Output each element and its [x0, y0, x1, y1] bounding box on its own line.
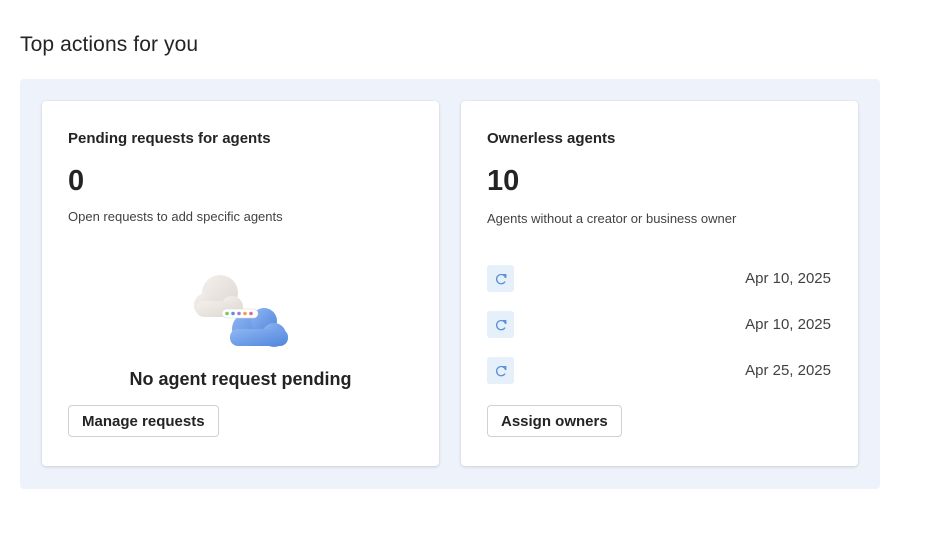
card-title: Ownerless agents [487, 130, 616, 147]
agent-icon [487, 357, 514, 384]
section-title: Top actions for you [20, 33, 199, 56]
item-date: Apr 10, 2025 [745, 316, 831, 333]
empty-state-message: No agent request pending [129, 369, 352, 389]
cloud-illustration-icon [194, 275, 288, 347]
item-date: Apr 25, 2025 [745, 362, 831, 379]
agent-icon [487, 311, 514, 338]
card-description: Agents without a creator or business own… [487, 211, 737, 226]
manage-requests-button[interactable]: Manage requests [68, 405, 219, 437]
assign-owners-button[interactable]: Assign owners [487, 405, 622, 437]
pending-requests-card: Pending requests for agents 0 Open reque… [42, 101, 439, 466]
pending-count: 0 [68, 165, 85, 197]
agent-icon [487, 265, 514, 292]
list-item[interactable]: Apr 10, 2025 [487, 311, 831, 339]
list-item[interactable]: Apr 10, 2025 [487, 265, 831, 293]
item-date: Apr 10, 2025 [745, 270, 831, 287]
list-item[interactable]: Apr 25, 2025 [487, 357, 831, 385]
top-actions-panel: Pending requests for agents 0 Open reque… [20, 79, 880, 489]
card-title: Pending requests for agents [68, 130, 271, 147]
ownerless-agents-card: Ownerless agents 10 Agents without a cre… [461, 101, 858, 466]
card-description: Open requests to add specific agents [68, 209, 283, 224]
ownerless-count: 10 [487, 165, 520, 197]
